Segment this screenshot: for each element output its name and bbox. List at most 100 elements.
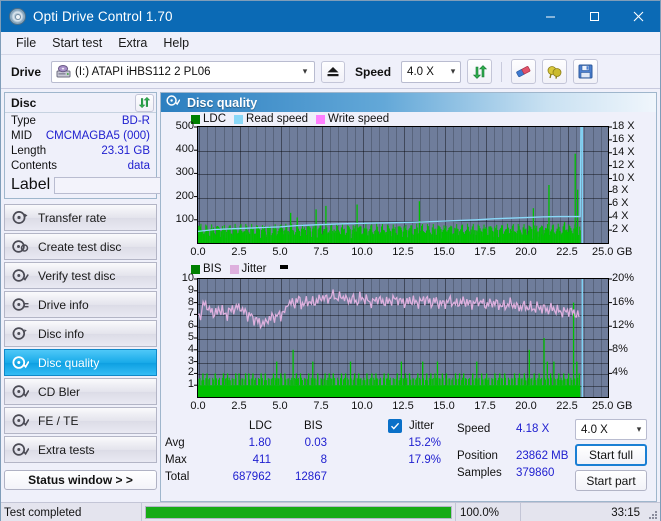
stats-jitter-max: 17.9% bbox=[408, 454, 441, 466]
disc-verify-icon bbox=[12, 268, 29, 283]
menu-extra[interactable]: Extra bbox=[110, 34, 155, 52]
axis-tick-label: 16% bbox=[612, 295, 635, 308]
disc-value-type: BD-R bbox=[121, 114, 150, 127]
sidebar-item-verify-test-disc[interactable]: Verify test disc bbox=[4, 262, 157, 289]
stats-speed-label: Speed bbox=[457, 423, 491, 435]
save-button[interactable] bbox=[573, 59, 599, 84]
fe-te-icon bbox=[12, 413, 30, 428]
bis-plot[interactable]: 1 2 3 4 5 6 7 8 9 10 4% 8% 12% 16% 20% 0.0 2.5 5.0 7.5 10.0… bbox=[161, 272, 656, 416]
start-full-button[interactable]: Start full bbox=[575, 444, 647, 466]
save-icon bbox=[578, 64, 593, 79]
title-bar: Opti Drive Control 1.70 bbox=[1, 1, 660, 32]
axis-tick-label: 0.0 bbox=[190, 246, 206, 258]
axis-tick-label: 22.5 bbox=[556, 246, 578, 258]
ldc-plot[interactable]: 100 200 300 400 500 2 X4 X6 X8 X 10 X 12 X 14 X1… bbox=[161, 120, 656, 262]
axis-tick-label: 18 X bbox=[612, 120, 635, 132]
stats-header-ldc: LDC bbox=[249, 420, 273, 432]
disc-key-length: Length bbox=[11, 144, 47, 157]
stats-samples-label: Samples bbox=[457, 467, 502, 479]
disc-refresh-button[interactable] bbox=[135, 93, 154, 112]
legend-swatch-write-speed bbox=[316, 114, 326, 124]
resize-grip-icon[interactable] bbox=[646, 503, 660, 521]
bulb-button[interactable] bbox=[542, 59, 568, 84]
axis-tick-label: 12.5 bbox=[392, 400, 414, 412]
sidebar-item-extra-tests[interactable]: Extra tests bbox=[4, 436, 157, 463]
speed-value: 4.0 X bbox=[407, 65, 434, 78]
axis-tick-label: 5.0 bbox=[272, 400, 288, 412]
axis-tick-label: 5 bbox=[187, 331, 194, 343]
maximize-button[interactable] bbox=[572, 1, 616, 32]
sidebar-item-label: Extra tests bbox=[38, 442, 95, 457]
axis-tick-label: 500 bbox=[175, 120, 194, 132]
refresh-icon bbox=[472, 64, 487, 79]
status-bar: Test completed 100.0% 33:15 bbox=[1, 502, 660, 521]
axis-tick-label: 25.0 GB bbox=[592, 246, 633, 258]
legend-marker-icon bbox=[280, 265, 289, 269]
drive-value: (I:) ATAPI iHBS112 2 PL06 bbox=[75, 65, 211, 78]
erase-button[interactable] bbox=[511, 59, 537, 84]
jitter-checkbox[interactable] bbox=[388, 419, 402, 433]
disc-info-panel: Disc Type BD-R MID CMCMAGBA5 (000) Lengt… bbox=[4, 92, 226, 199]
refresh-button[interactable] bbox=[467, 59, 493, 84]
close-button[interactable] bbox=[616, 1, 660, 32]
axis-tick-label: 7 bbox=[187, 307, 194, 320]
axis-tick-label: 12 X bbox=[612, 158, 635, 171]
disc-row-contents: Contents data bbox=[5, 158, 156, 173]
axis-tick-label: 1 bbox=[187, 378, 194, 391]
speed-label: Speed bbox=[355, 64, 392, 79]
sidebar-item-label: Drive info bbox=[38, 297, 89, 312]
stats-header-jitter: Jitter bbox=[409, 420, 434, 432]
test-speed-select[interactable]: 4.0 X ▾ bbox=[575, 419, 647, 440]
eject-button[interactable] bbox=[321, 60, 346, 83]
stats-ldc-max: 411 bbox=[252, 454, 271, 466]
test-speed-value: 4.0 X bbox=[581, 423, 608, 436]
axis-tick-label: 2.5 bbox=[231, 246, 247, 258]
axis-tick-label: 6 X bbox=[612, 197, 629, 210]
stats-position-value: 23862 MB bbox=[516, 450, 569, 462]
status-window-button[interactable]: Status window > > bbox=[4, 470, 157, 490]
menu-file[interactable]: File bbox=[8, 34, 44, 52]
axis-tick-label: 16 X bbox=[612, 132, 635, 145]
axis-tick-label: 12% bbox=[612, 319, 635, 332]
sidebar-item-label: Disc info bbox=[38, 326, 85, 341]
sidebar-item-disc-info[interactable]: Disc info bbox=[4, 320, 157, 347]
axis-tick-label: 0.0 bbox=[190, 400, 206, 412]
main-body: Disc Type BD-R MID CMCMAGBA5 (000) Lengt… bbox=[1, 89, 660, 502]
start-part-button[interactable]: Start part bbox=[575, 470, 647, 491]
minimize-button[interactable] bbox=[528, 1, 572, 32]
page-title: Disc quality bbox=[187, 95, 258, 110]
legend-label-write-speed: Write speed bbox=[328, 113, 390, 125]
sidebar-item-label: FE / TE bbox=[38, 413, 79, 428]
chevron-down-icon: ▾ bbox=[302, 66, 308, 76]
axis-tick-label: 20.0 bbox=[515, 400, 537, 412]
sidebar-item-drive-info[interactable]: Drive info bbox=[4, 291, 157, 318]
disc-key-type: Type bbox=[11, 114, 36, 127]
disc-quality-icon bbox=[166, 94, 181, 112]
legend-label-ldc: LDC bbox=[203, 113, 227, 125]
status-progress-percent: 100.0% bbox=[455, 503, 520, 521]
stats-ldc-total: 687962 bbox=[232, 471, 271, 483]
speed-select[interactable]: 4.0 X ▾ bbox=[401, 60, 462, 83]
axis-tick-label: 7.5 bbox=[313, 246, 329, 258]
disc-panel-header: Disc bbox=[5, 93, 156, 113]
disc-value-length: 23.31 GB bbox=[101, 144, 150, 157]
sidebar-item-create-test-disc[interactable]: Create test disc bbox=[4, 233, 157, 260]
bis-chart-legend: BIS Jitter bbox=[161, 262, 656, 276]
drive-select[interactable]: (I:) ATAPI iHBS112 2 PL06 ▾ bbox=[51, 60, 316, 83]
sidebar-item-cd-bler[interactable]: CD Bler bbox=[4, 378, 157, 405]
axis-tick-label: 3 bbox=[187, 354, 194, 367]
sidebar-item-fe-te[interactable]: FE / TE bbox=[4, 407, 157, 434]
toolbar-separator bbox=[501, 61, 503, 82]
sidebar-item-transfer-rate[interactable]: Transfer rate bbox=[4, 204, 157, 231]
status-progress bbox=[142, 503, 455, 521]
sidebar-item-disc-quality[interactable]: Disc quality bbox=[4, 349, 157, 376]
menu-start-test[interactable]: Start test bbox=[44, 34, 110, 52]
menu-bar: File Start test Extra Help bbox=[1, 32, 660, 55]
menu-help[interactable]: Help bbox=[155, 34, 197, 52]
chevron-down-icon: ▾ bbox=[636, 424, 642, 434]
eject-icon bbox=[327, 67, 339, 77]
disc-quality-icon bbox=[12, 355, 30, 370]
eraser-icon bbox=[516, 66, 531, 78]
refresh-icon bbox=[138, 96, 151, 109]
legend-label-jitter: Jitter bbox=[241, 263, 267, 275]
